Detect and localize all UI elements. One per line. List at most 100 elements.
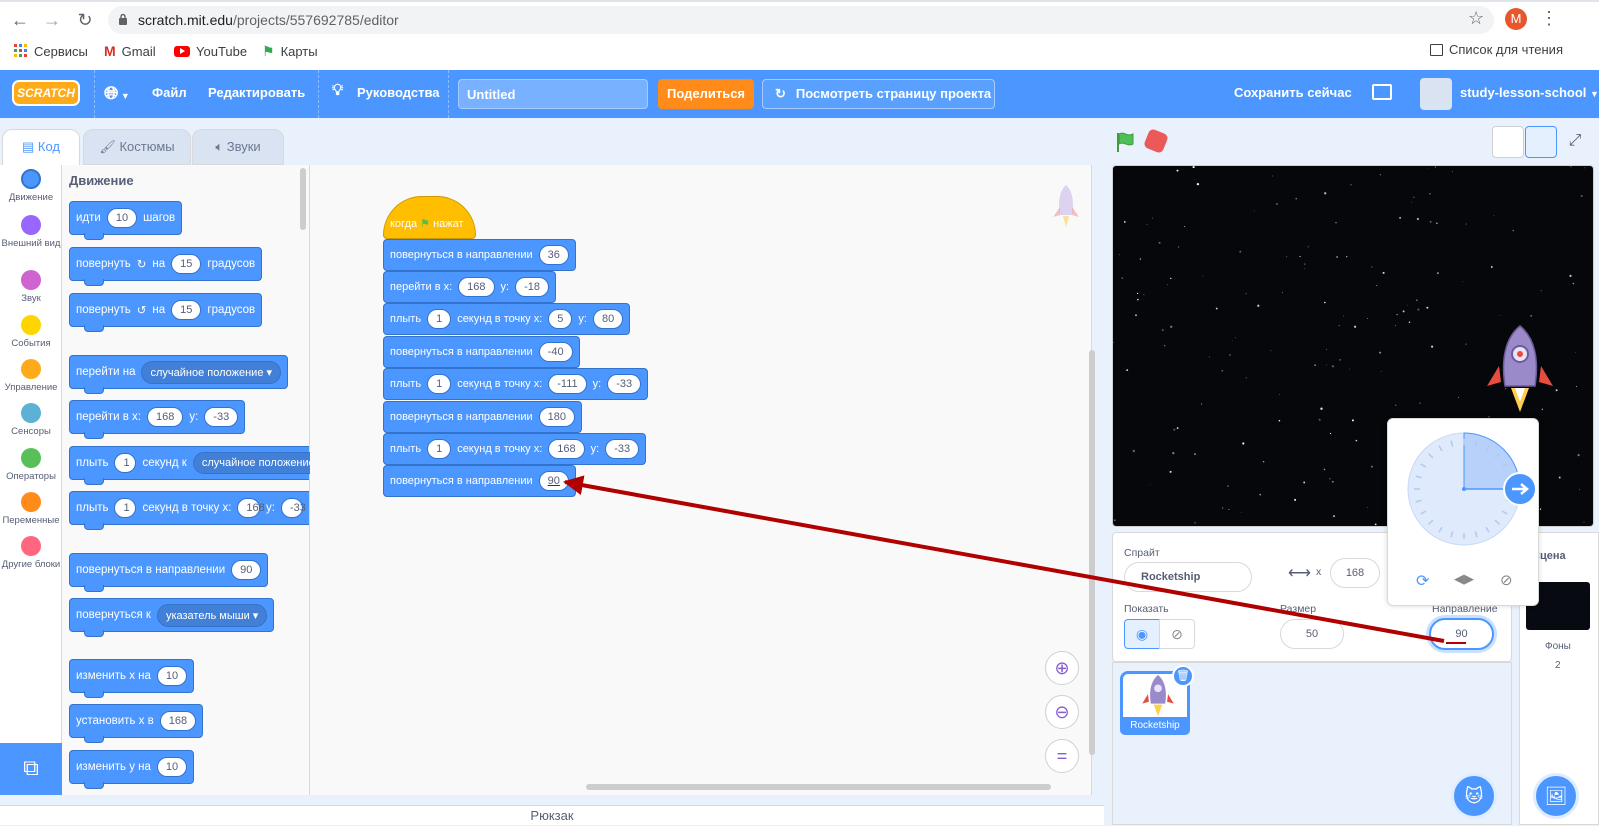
block-dropdown[interactable]: указатель мыши ▾: [156, 603, 268, 627]
block-goto[interactable]: перейти на случайное положение ▾: [69, 355, 289, 394]
block-set-x[interactable]: установить х в 168: [69, 704, 204, 743]
block-input[interactable]: -33: [605, 439, 640, 459]
zoom-out-button[interactable]: ⊖: [1045, 695, 1079, 729]
block-glide-xy[interactable]: плыть 1 секунд в точку x: 168 y: -33: [383, 433, 647, 465]
block-point-direction[interactable]: повернуться в направлении 90: [69, 553, 269, 592]
block-input[interactable]: 1: [114, 453, 137, 473]
delete-sprite-icon[interactable]: 🗑︎: [1172, 665, 1194, 687]
add-extension-button[interactable]: ⧉: [0, 743, 62, 795]
bookmark-services[interactable]: Сервисы: [14, 42, 88, 60]
category-motion[interactable]: Движение: [0, 169, 62, 203]
zoom-reset-button[interactable]: =: [1045, 739, 1079, 773]
reload-icon[interactable]: ↻: [73, 9, 97, 31]
direction-dial[interactable]: [1388, 419, 1540, 569]
block-dropdown[interactable]: случайное положение ▾: [141, 360, 282, 384]
show-visible-icon[interactable]: ◉: [1124, 619, 1160, 649]
sprite-name-input[interactable]: [1124, 562, 1252, 592]
block-input[interactable]: 90: [538, 471, 569, 491]
block-dropdown[interactable]: случайное положение: [192, 452, 324, 474]
category-sound[interactable]: Звук: [0, 270, 62, 304]
direction-input[interactable]: [1429, 618, 1494, 650]
menu-file[interactable]: Файл: [152, 85, 187, 100]
left-right-rotation-icon[interactable]: ◀▶: [1454, 571, 1474, 587]
forward-arrow-icon[interactable]: →: [40, 9, 64, 31]
palette-scrollbar[interactable]: [300, 168, 306, 230]
block-goto-xy[interactable]: перейти в x: 168 y: -18: [383, 271, 556, 303]
block-change-x[interactable]: изменить х на 10: [69, 659, 195, 698]
block-input[interactable]: 1: [427, 309, 452, 329]
backpack-bar[interactable]: Рюкзак: [0, 805, 1104, 825]
green-flag-icon[interactable]: [1114, 131, 1136, 153]
dont-rotate-icon[interactable]: ⊘: [1500, 571, 1513, 589]
block-input[interactable]: 90: [231, 560, 262, 580]
block-input[interactable]: 36: [538, 245, 569, 265]
my-stuff-folder-icon[interactable]: [1372, 84, 1392, 100]
x-input[interactable]: [1330, 558, 1380, 588]
menu-edit[interactable]: Редактировать: [208, 85, 305, 100]
menu-tutorials[interactable]: Руководства: [357, 85, 440, 100]
scratch-logo[interactable]: SCRATCH: [12, 80, 80, 106]
tab-costumes[interactable]: 🖌︎ Костюмы: [83, 129, 191, 165]
block-turn-left[interactable]: повернуть ↺ на 15 градусов: [69, 293, 263, 332]
category-variables[interactable]: Переменные: [0, 492, 62, 526]
category-operators[interactable]: Операторы: [0, 448, 62, 482]
save-now-button[interactable]: Сохранить сейчас: [1234, 85, 1352, 100]
fullscreen-icon[interactable]: ⤢: [1559, 126, 1591, 158]
block-point-direction[interactable]: повернуться в направлении 36: [383, 239, 576, 271]
block-goto-xy[interactable]: перейти в x: 168 y: -33: [69, 400, 246, 439]
block-input[interactable]: -111: [548, 374, 587, 394]
block-input[interactable]: 15: [171, 300, 202, 320]
tab-code[interactable]: ▤ Код: [2, 129, 80, 165]
block-input[interactable]: 10: [156, 757, 188, 777]
rocketship-sprite[interactable]: [1485, 324, 1555, 416]
category-events[interactable]: События: [0, 315, 62, 349]
block-point-direction[interactable]: повернуться в направлении 90: [383, 465, 576, 497]
block-input[interactable]: 80: [592, 309, 624, 329]
block-turn-right[interactable]: повернуть ↻ на 15 градусов: [69, 247, 263, 286]
block-input[interactable]: 168: [458, 277, 495, 297]
back-arrow-icon[interactable]: ←: [8, 9, 32, 31]
block-input[interactable]: 10: [156, 666, 188, 686]
see-project-page-button[interactable]: ↻ Посмотреть страницу проекта: [762, 79, 995, 109]
user-avatar[interactable]: [1420, 78, 1452, 110]
large-stage-button[interactable]: [1525, 126, 1557, 158]
block-input[interactable]: 168: [146, 407, 184, 427]
globe-icon[interactable]: 🌐︎ ▼: [104, 83, 130, 104]
address-bar[interactable]: scratch.mit.edu/projects/557692785/edito…: [108, 6, 1494, 34]
project-title-input[interactable]: [458, 79, 648, 109]
zoom-in-button[interactable]: ⊕: [1045, 651, 1079, 685]
block-input[interactable]: 10: [106, 208, 138, 228]
tab-sounds[interactable]: 🔈︎ Звуки: [192, 129, 284, 165]
category-sensing[interactable]: Сенсоры: [0, 403, 62, 437]
block-point-direction[interactable]: повернуться в направлении 180: [383, 401, 583, 433]
small-stage-button[interactable]: [1492, 126, 1524, 158]
block-input[interactable]: -33: [607, 374, 642, 394]
block-input[interactable]: -33: [204, 407, 239, 427]
block-point-direction[interactable]: повернуться в направлении -40: [383, 336, 580, 368]
bookmark-star-icon[interactable]: ☆: [1468, 8, 1484, 29]
workspace-scrollbar-vertical[interactable]: [1089, 350, 1095, 755]
block-glide-xy[interactable]: плыть 1 секунд в точку x: -111 y: -33: [383, 368, 649, 400]
block-input[interactable]: -18: [515, 277, 549, 297]
category-my-blocks[interactable]: Другие блоки: [0, 536, 62, 570]
block-input[interactable]: 15: [171, 254, 202, 274]
block-point-towards[interactable]: повернуться к указатель мыши ▾: [69, 598, 275, 637]
hide-invisible-icon[interactable]: ⊘: [1159, 619, 1195, 649]
block-input[interactable]: 1: [427, 439, 452, 459]
category-control[interactable]: Управление: [0, 359, 62, 393]
block-input[interactable]: 5: [548, 309, 573, 329]
block-glide-xy[interactable]: плыть 1 секунд в точку x: 168 y: -33: [69, 491, 309, 530]
workspace-scrollbar-horizontal[interactable]: [586, 784, 1051, 790]
bookmark-gmail[interactable]: M Gmail: [104, 42, 156, 60]
block-input[interactable]: 1: [427, 374, 452, 394]
block-input[interactable]: 168: [237, 498, 265, 518]
choose-sprite-button[interactable]: 🐱︎: [1451, 773, 1497, 819]
block-glide-to[interactable]: плыть 1 секунд к случайное положение: [69, 446, 324, 485]
share-button[interactable]: Поделиться: [658, 79, 754, 109]
bookmark-youtube[interactable]: YouTube: [174, 42, 247, 60]
block-change-y[interactable]: изменить у на 10: [69, 750, 195, 789]
block-input[interactable]: 168: [159, 711, 197, 731]
block-input[interactable]: -33: [281, 498, 306, 518]
block-input[interactable]: 1: [114, 498, 137, 518]
bookmark-maps[interactable]: ⚑ Карты: [262, 42, 318, 60]
